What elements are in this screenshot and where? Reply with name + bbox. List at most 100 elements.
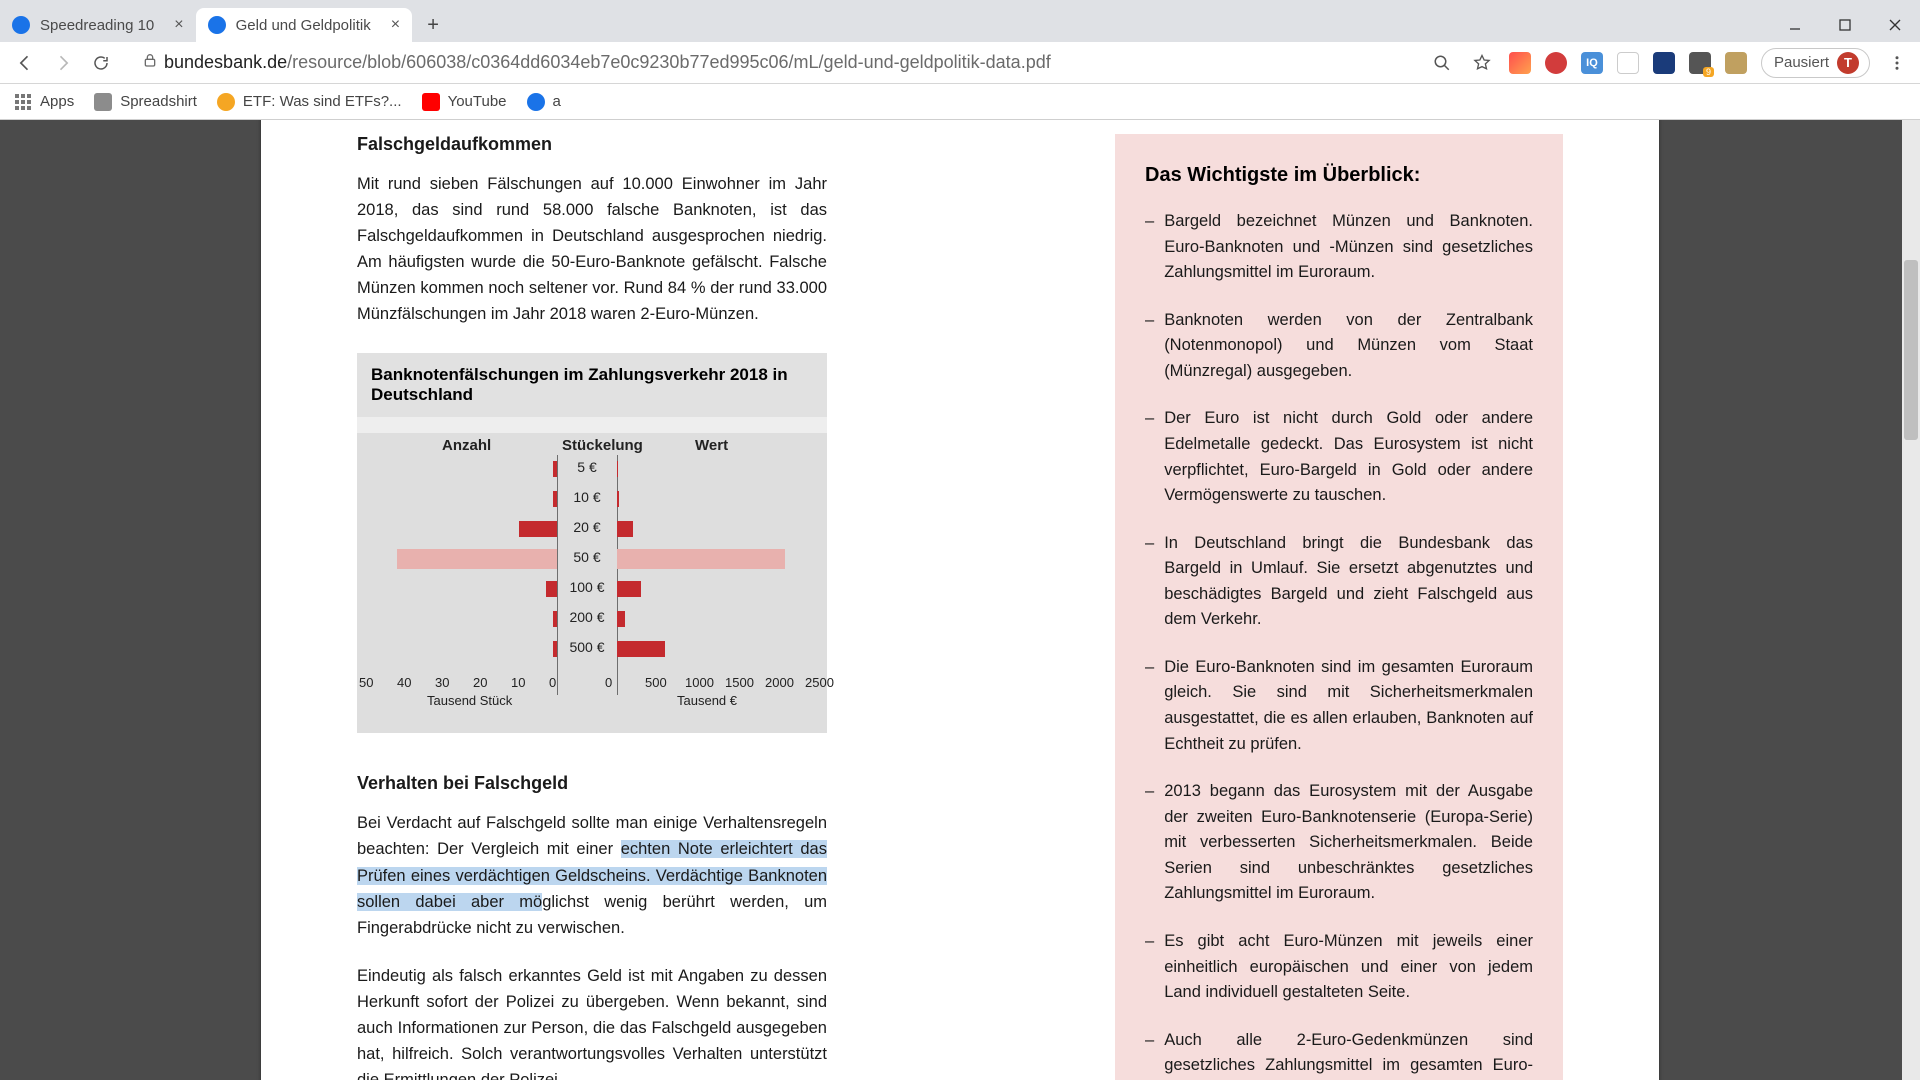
dash-icon: – [1145,1028,1154,1080]
tab-speedreading[interactable]: Speedreading 10 × [0,8,196,42]
extension-icon[interactable] [1509,52,1531,74]
chart-bar-left [553,461,557,477]
extension-icon[interactable]: IQ [1581,52,1603,74]
chart-plot: AnzahlStückelungWert5 €10 €20 €50 €100 €… [357,433,827,733]
chart-axis-tick: 2000 [765,675,794,690]
pdf-viewer: Falschgeldaufkommen Mit rund sieben Fäls… [0,120,1920,1080]
lock-icon [142,52,158,73]
bookmark-item[interactable]: ETF: Was sind ETFs?... [217,93,402,111]
dash-icon: – [1145,406,1154,508]
summary-text: Bargeld bezeichnet Münzen und Banknoten.… [1164,209,1533,286]
chart-bar-right [617,549,785,569]
summary-title: Das Wichtigste im Überblick: [1145,164,1533,187]
zoom-icon[interactable] [1429,50,1455,76]
chart-bar-right [617,521,633,537]
summary-item: –Bargeld bezeichnet Münzen und Banknoten… [1145,209,1533,286]
chart-category-label: 100 € [559,579,615,595]
chart-category-label: 50 € [559,549,615,565]
chart-category-label: 5 € [559,459,615,475]
close-window-button[interactable] [1870,8,1920,42]
tab-label: Geld und Geldpolitik [236,17,371,34]
bookmark-item[interactable]: a [527,93,561,111]
dash-icon: – [1145,209,1154,286]
star-icon[interactable] [1469,50,1495,76]
chart-axis-tick: 1000 [685,675,714,690]
forward-button[interactable] [48,48,78,78]
new-tab-button[interactable]: + [418,10,448,40]
scrollbar-thumb[interactable] [1904,260,1918,440]
chart-axis-tick: 50 [359,675,373,690]
window-controls [1770,8,1920,42]
chart-axis-tick: 0 [549,675,556,690]
favicon-icon [12,16,30,34]
apps-button[interactable]: Apps [14,93,74,111]
favicon-icon [217,93,235,111]
extension-icon[interactable]: 9 [1689,52,1711,74]
summary-item: –Banknoten werden von der Zentralbank (N… [1145,308,1533,385]
chart-axis-tick: 40 [397,675,411,690]
url-host: bundesbank.de [164,52,287,73]
tab-label: Speedreading 10 [40,17,154,34]
tab-geld-und-geldpolitik[interactable]: Geld und Geldpolitik × [196,8,412,42]
chart-bar-left [553,611,557,627]
extension-icon[interactable] [1545,52,1567,74]
dash-icon: – [1145,779,1154,907]
dash-icon: – [1145,308,1154,385]
back-button[interactable] [10,48,40,78]
dash-icon: – [1145,655,1154,757]
chart-bar-right [617,491,619,507]
extension-icon[interactable] [1653,52,1675,74]
scrollbar-track[interactable] [1902,120,1920,1080]
close-icon[interactable]: × [391,16,400,34]
chart-bar-right [617,461,618,477]
bookmark-label: Spreadshirt [120,93,197,110]
extension-icon[interactable] [1725,52,1747,74]
bookmark-label: a [553,93,561,110]
summary-list: –Bargeld bezeichnet Münzen und Banknoten… [1145,209,1533,1080]
minimize-button[interactable] [1770,8,1820,42]
reload-button[interactable] [86,48,116,78]
chart-axis-tick: 500 [645,675,667,690]
chart-axis-tick: 30 [435,675,449,690]
chart-axis-tick: 0 [605,675,612,690]
address-bar[interactable]: bundesbank.de/resource/blob/606038/c0364… [124,47,1421,79]
bookmark-item[interactable]: YouTube [422,93,507,111]
summary-item: –Die Euro-Banknoten sind im gesamten Eur… [1145,655,1533,757]
chart-category-label: 10 € [559,489,615,505]
chart-bar-left [546,581,557,597]
chart-container: Banknotenfälschungen im Zahlungsverkehr … [357,353,827,733]
chart-category-label: 20 € [559,519,615,535]
favicon-icon [94,93,112,111]
youtube-icon [422,93,440,111]
paragraph: Eindeutig als falsch erkanntes Geld ist … [357,963,827,1080]
profile-button[interactable]: Pausiert T [1761,48,1870,78]
extension-icon[interactable] [1617,52,1639,74]
url-path: /resource/blob/606038/c0364dd6034eb7e0c9… [287,52,1051,73]
chart-title: Banknotenfälschungen im Zahlungsverkehr … [357,353,827,417]
chart-axis-tick: 20 [473,675,487,690]
chart-bar-left [553,641,557,657]
close-icon[interactable]: × [174,16,183,34]
summary-text: In Deutschland bringt die Bundesbank das… [1164,531,1533,633]
chart-bar-left [519,521,557,537]
apps-icon [14,93,32,111]
chart-bar-right [617,611,625,627]
bookmark-label: ETF: Was sind ETFs?... [243,93,402,110]
summary-item: –Der Euro ist nicht durch Gold oder ande… [1145,406,1533,508]
chart-column-header: Anzahl [442,437,491,454]
maximize-button[interactable] [1820,8,1870,42]
chart-axis-label: Tausend Stück [427,693,512,708]
left-column: Falschgeldaufkommen Mit rund sieben Fäls… [357,134,827,1080]
chart-axis-tick: 10 [511,675,525,690]
menu-icon[interactable] [1884,50,1910,76]
chart-bar-right [617,581,641,597]
chart-axis-tick: 1500 [725,675,754,690]
chart-category-label: 200 € [559,609,615,625]
summary-item: –2013 begann das Eurosystem mit der Ausg… [1145,779,1533,907]
bookmark-item[interactable]: Spreadshirt [94,93,197,111]
summary-text: 2013 begann das Eurosystem mit der Ausga… [1164,779,1533,907]
favicon-icon [208,16,226,34]
bookmarks-bar: Apps Spreadshirt ETF: Was sind ETFs?... … [0,84,1920,120]
summary-text: Der Euro ist nicht durch Gold oder ander… [1164,406,1533,508]
dash-icon: – [1145,531,1154,633]
